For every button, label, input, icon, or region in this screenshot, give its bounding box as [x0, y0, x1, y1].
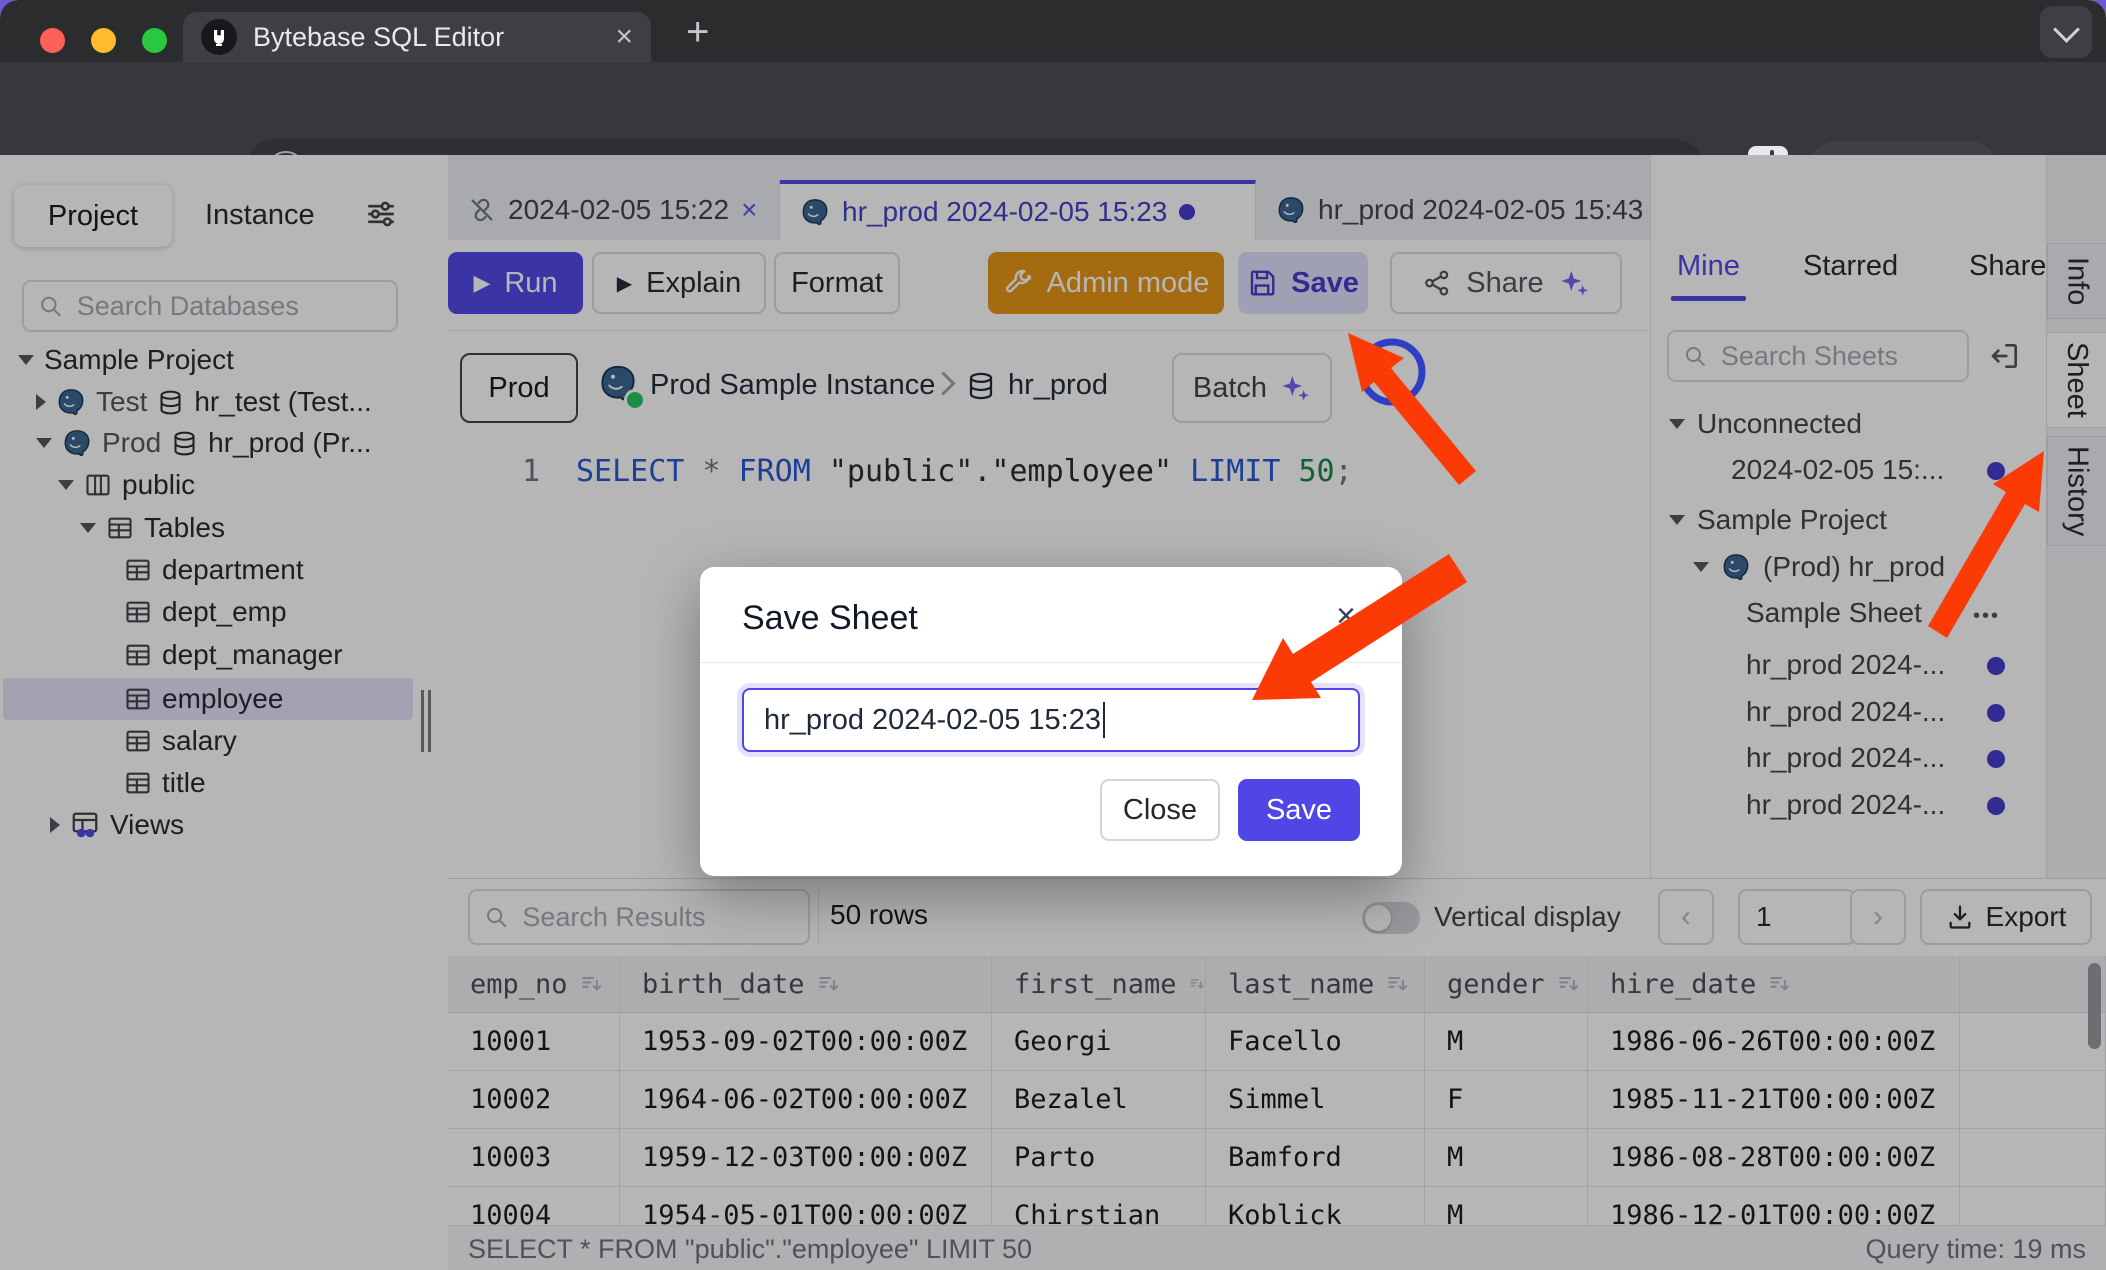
window-controls	[40, 28, 167, 53]
new-tab-button[interactable]: +	[686, 10, 709, 55]
chevron-down-icon	[2053, 16, 2080, 43]
screen: Bytebase SQL Editor × + ← → i localhost:…	[0, 0, 2106, 1270]
tab-search-button[interactable]	[2040, 6, 2092, 58]
save-sheet-dialog: Save Sheet × hr_prod 2024-02-05 15:23 Cl…	[700, 567, 1402, 876]
close-button[interactable]: Close	[1100, 779, 1220, 841]
text-cursor	[1103, 702, 1106, 738]
close-tab-icon[interactable]: ×	[615, 20, 633, 54]
close-dialog-icon[interactable]: ×	[1336, 597, 1356, 636]
maximize-window-button[interactable]	[142, 28, 167, 53]
bytebase-favicon-icon	[201, 19, 237, 55]
divider	[700, 662, 1402, 663]
browser-tab[interactable]: Bytebase SQL Editor ×	[183, 12, 651, 62]
dialog-title: Save Sheet	[742, 599, 918, 638]
close-window-button[interactable]	[40, 28, 65, 53]
browser-window: Bytebase SQL Editor × + ← → i localhost:…	[0, 0, 2106, 1270]
save-button[interactable]: Save	[1238, 779, 1360, 841]
sheet-name-input[interactable]: hr_prod 2024-02-05 15:23	[742, 688, 1360, 752]
minimize-window-button[interactable]	[91, 28, 116, 53]
browser-tab-title: Bytebase SQL Editor	[253, 22, 607, 53]
browser-titlebar: Bytebase SQL Editor × +	[0, 0, 2106, 62]
browser-toolbar: ← → i localhost:8080/sql-editor/prod-sam…	[0, 62, 2106, 155]
